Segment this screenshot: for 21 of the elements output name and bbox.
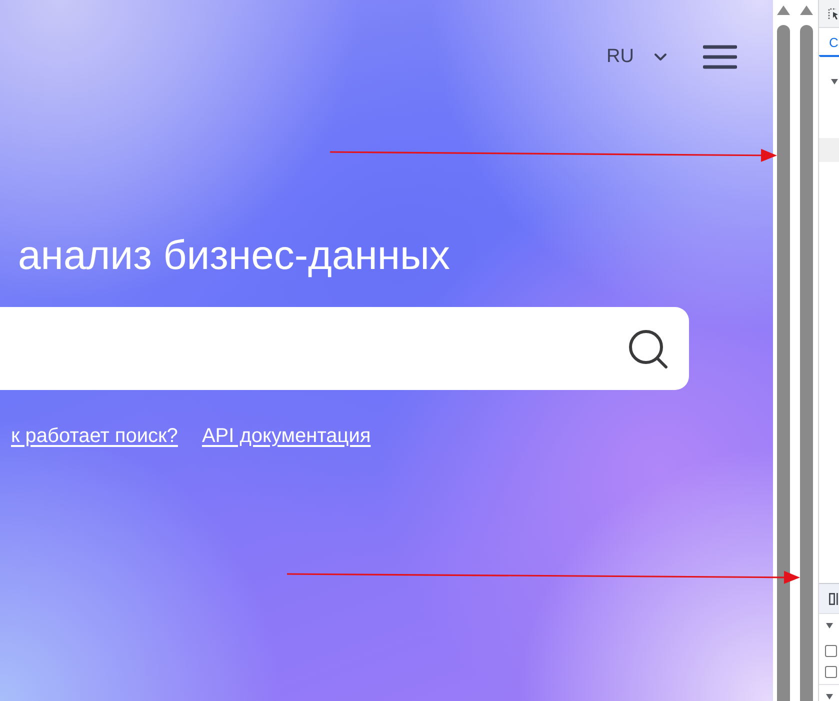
panel-toggle-icon[interactable] bbox=[829, 592, 838, 604]
search-help-link[interactable]: к работает поиск? bbox=[11, 424, 178, 448]
expand-triangle-icon[interactable] bbox=[826, 622, 833, 629]
scroll-up-arrow-icon[interactable] bbox=[800, 5, 813, 15]
language-selector[interactable]: RU bbox=[606, 40, 667, 74]
devtools-tab[interactable]: C bbox=[819, 28, 839, 57]
hero-heading: анализ бизнес-данных bbox=[17, 231, 452, 279]
highlighted-row bbox=[819, 138, 839, 162]
scrollbar[interactable] bbox=[777, 25, 790, 701]
search-field[interactable] bbox=[0, 307, 689, 390]
expand-triangle-icon[interactable] bbox=[826, 693, 833, 700]
checkbox[interactable] bbox=[825, 644, 837, 656]
api-docs-link[interactable]: API документация bbox=[202, 424, 371, 448]
menu-icon[interactable] bbox=[703, 45, 737, 69]
inspect-icon[interactable] bbox=[828, 8, 838, 20]
scrollbar[interactable] bbox=[800, 25, 813, 701]
scroll-up-arrow-icon[interactable] bbox=[777, 5, 790, 15]
search-icon[interactable] bbox=[628, 328, 668, 368]
chevron-down-icon bbox=[654, 53, 667, 61]
expand-triangle-icon[interactable] bbox=[831, 78, 838, 85]
checkbox[interactable] bbox=[825, 666, 837, 678]
